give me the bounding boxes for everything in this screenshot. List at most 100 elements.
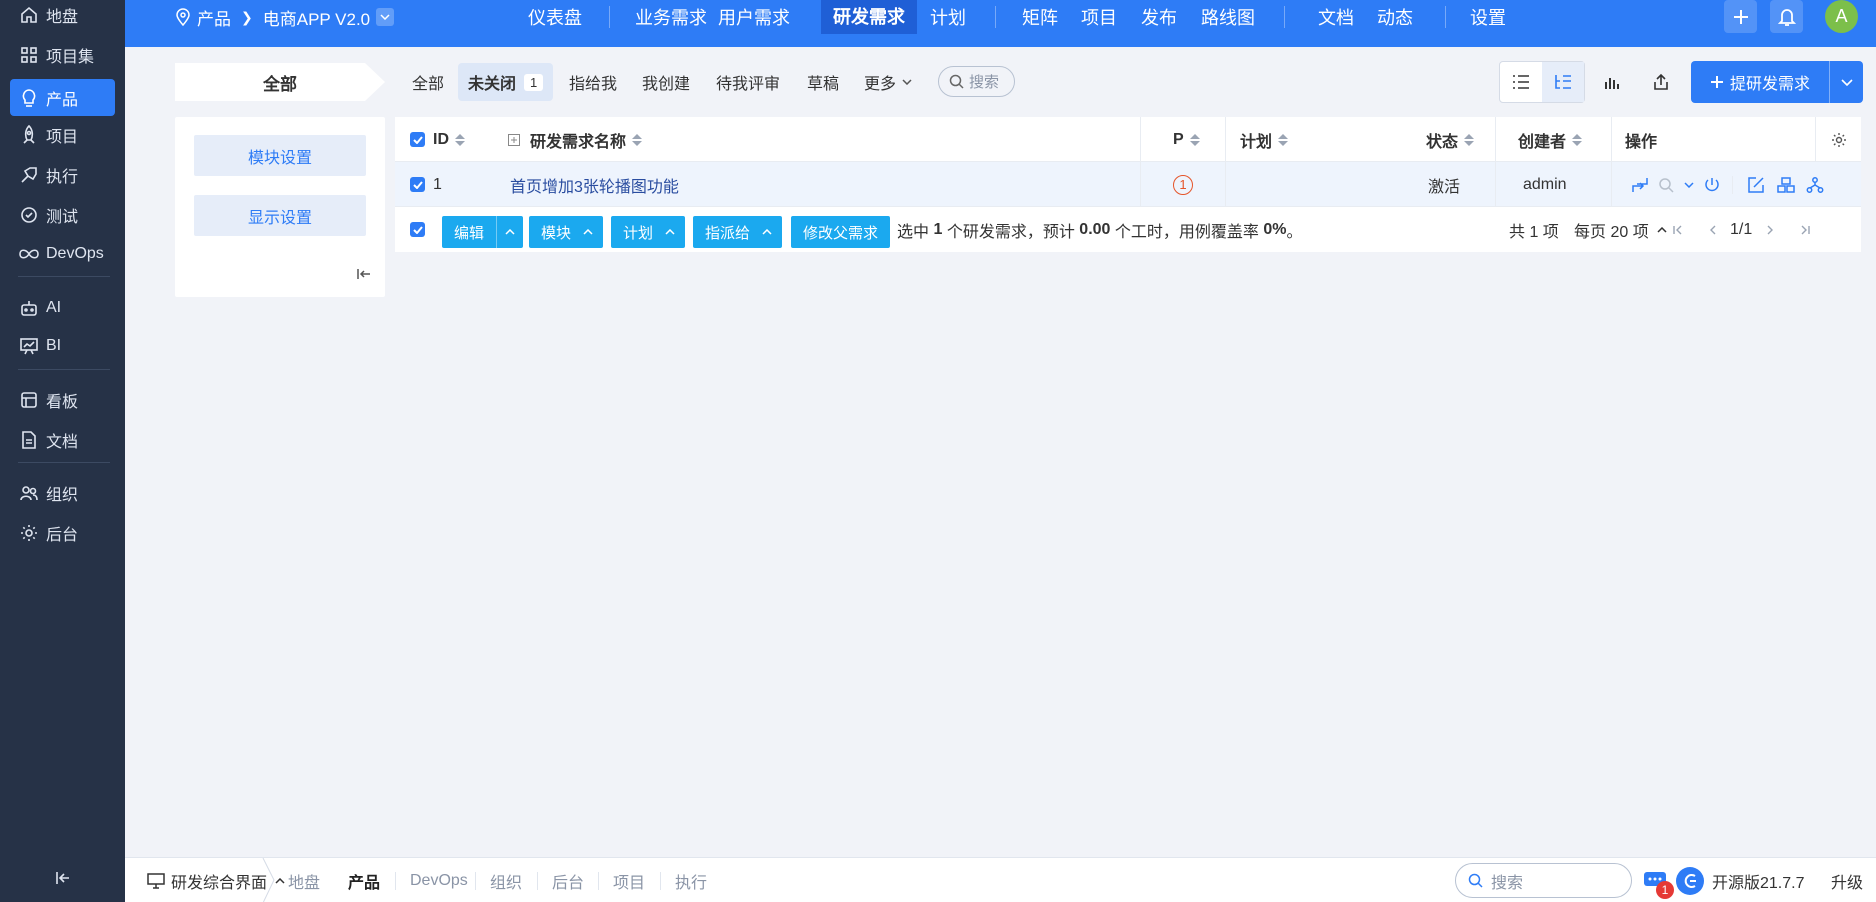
bottom-tab-home[interactable]: 地盘 (288, 858, 320, 902)
bottom-tab-project[interactable]: 项目 (613, 858, 645, 902)
tab-business-req[interactable]: 业务需求 (625, 0, 717, 34)
tab-plan[interactable]: 计划 (920, 0, 976, 34)
power-icon[interactable] (1701, 174, 1723, 196)
filter-tab-draft[interactable]: 草稿 (797, 63, 849, 101)
tab-dynamic[interactable]: 动态 (1367, 0, 1423, 34)
filter-tab-assigned-to-me[interactable]: 指给我 (559, 63, 627, 101)
batch-checkbox[interactable] (410, 207, 425, 252)
bottom-tab-admin[interactable]: 后台 (552, 858, 584, 902)
filter-tab-created-by-me[interactable]: 我创建 (632, 63, 700, 101)
table-row[interactable]: 1 首页增加3张轮播图功能 1 激活 admin (395, 162, 1861, 207)
upgrade-link[interactable]: 升级 (1831, 858, 1863, 902)
split-icon[interactable] (1775, 174, 1797, 196)
avatar[interactable]: A (1825, 0, 1858, 33)
filter-tab-all[interactable]: 全部 (402, 63, 454, 101)
first-page-icon[interactable] (1668, 220, 1688, 240)
sidebar-item-devops[interactable]: DevOps (10, 235, 115, 272)
column-header-name[interactable]: 研发需求名称 (530, 117, 643, 162)
bell-icon[interactable] (1770, 0, 1803, 33)
add-icon[interactable] (1724, 0, 1757, 33)
tab-user-req[interactable]: 用户需求 (708, 0, 800, 34)
batch-edit-button[interactable]: 编辑 (442, 216, 524, 248)
sidebar-item-ai[interactable]: AI (10, 289, 115, 326)
change-icon[interactable] (1629, 174, 1651, 196)
column-settings-icon[interactable] (1831, 117, 1847, 162)
tab-dashboard[interactable]: 仪表盘 (518, 0, 592, 34)
column-divider (1140, 117, 1141, 162)
tab-doc[interactable]: 文档 (1308, 0, 1364, 34)
batch-module-button[interactable]: 模块 (529, 216, 604, 248)
report-chart-icon[interactable] (1592, 61, 1632, 103)
export-icon[interactable] (1641, 61, 1681, 103)
last-page-icon[interactable] (1795, 220, 1815, 240)
page-size-selector[interactable]: 每页 20 项 (1574, 207, 1667, 252)
bottom-tab-execution[interactable]: 执行 (675, 858, 707, 902)
module-all-tab[interactable]: 全部 (175, 63, 385, 101)
sidebar-item-product[interactable]: 产品 (10, 79, 115, 116)
column-header-status[interactable]: 状态 (1426, 117, 1475, 162)
batch-plan-button[interactable]: 计划 (611, 216, 686, 248)
bottom-tab-devops[interactable]: DevOps (410, 858, 468, 902)
product-dropdown-icon[interactable] (376, 8, 395, 26)
bottom-tab-product[interactable]: 产品 (348, 858, 380, 902)
tab-roadmap[interactable]: 路线图 (1191, 0, 1265, 34)
module-settings-button[interactable]: 模块设置 (194, 135, 366, 176)
filter-tab-review[interactable]: 待我评审 (706, 63, 790, 101)
column-header-id[interactable]: ID (433, 117, 465, 162)
chevron-down-icon[interactable] (1678, 174, 1700, 196)
collapse-sidebar-icon[interactable] (52, 868, 74, 888)
chevron-down-icon[interactable] (1829, 61, 1863, 103)
product-name[interactable]: 电商APP V2.0 (263, 5, 370, 30)
sidebar-item-execution[interactable]: 执行 (10, 156, 115, 193)
next-page-icon[interactable] (1760, 220, 1780, 240)
tab-matrix[interactable]: 矩阵 (1012, 0, 1068, 34)
create-dev-req-button[interactable]: 提研发需求 (1691, 61, 1863, 103)
column-header-priority[interactable]: P (1173, 117, 1200, 162)
tab-project[interactable]: 项目 (1071, 0, 1127, 34)
bottom-tab-org[interactable]: 组织 (490, 858, 522, 902)
batch-action-bar: 编辑 模块 计划 指派给 修改父需求 选中 1 个研发需求，预计 0.00 个工… (395, 207, 1861, 252)
version-info[interactable]: 开源版21.7.7 (1676, 858, 1805, 902)
priority-value: 1 (1173, 174, 1193, 195)
display-settings-button[interactable]: 显示设置 (194, 195, 366, 236)
list-view-icon[interactable] (1500, 62, 1542, 102)
global-search-input[interactable]: 搜索 (1455, 863, 1632, 898)
sidebar-divider (18, 462, 110, 463)
batch-assign-button[interactable]: 指派给 (693, 216, 783, 248)
breakdown-icon[interactable] (1804, 174, 1826, 196)
tab-release[interactable]: 发布 (1131, 0, 1187, 34)
case-coverage: 0% (1263, 220, 1287, 238)
sidebar-item-admin[interactable]: 后台 (10, 514, 115, 551)
row-id: 1 (433, 175, 442, 193)
prev-page-icon[interactable] (1703, 220, 1723, 240)
row-checkbox[interactable] (410, 162, 425, 207)
column-header-creator[interactable]: 创建者 (1518, 117, 1583, 162)
search-button[interactable]: 搜索 (938, 66, 1015, 97)
sidebar-item-org[interactable]: 组织 (10, 474, 115, 511)
select-all-checkbox[interactable] (410, 117, 425, 162)
edit-icon[interactable] (1745, 174, 1767, 196)
sidebar-item-program[interactable]: 项目集 (10, 36, 115, 73)
tree-view-icon[interactable] (1542, 62, 1584, 102)
sidebar-item-kanban[interactable]: 看板 (10, 381, 115, 418)
breadcrumb-root[interactable]: 产品 (197, 5, 231, 30)
change-parent-button[interactable]: 修改父需求 (791, 216, 891, 248)
sidebar-item-project[interactable]: 项目 (10, 116, 115, 153)
sidebar-item-doc[interactable]: 文档 (10, 421, 115, 458)
chevron-up-icon[interactable] (496, 216, 523, 248)
count-badge: 1 (524, 73, 544, 91)
sidebar-item-bi[interactable]: BI (10, 327, 115, 364)
filter-tab-unclosed[interactable]: 未关闭 1 (458, 63, 554, 101)
collapse-panel-icon[interactable] (357, 267, 371, 285)
column-header-plan[interactable]: 计划 (1240, 117, 1289, 162)
create-dev-req-main[interactable]: 提研发需求 (1691, 61, 1829, 103)
search-icon[interactable] (1655, 174, 1677, 196)
sidebar-item-test[interactable]: 测试 (10, 196, 115, 233)
row-title-link[interactable]: 首页增加3张轮播图功能 (510, 162, 679, 207)
sidebar-item-home[interactable]: 地盘 (10, 0, 115, 33)
tab-settings[interactable]: 设置 (1460, 0, 1516, 34)
filter-tab-more[interactable]: 更多 (854, 63, 922, 101)
tab-dev-req[interactable]: 研发需求 (821, 0, 917, 34)
expand-all-icon[interactable] (508, 117, 520, 162)
sort-icon (455, 133, 465, 146)
